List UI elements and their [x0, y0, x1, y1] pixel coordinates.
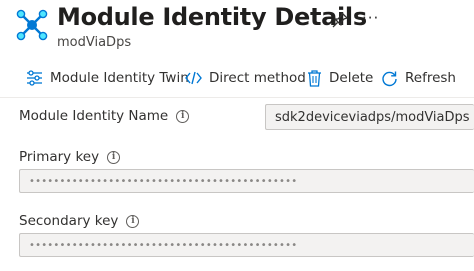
- info-icon[interactable]: i: [107, 150, 121, 164]
- module-identity-twin-button[interactable]: Module Identity Twin: [26, 64, 189, 92]
- direct-method-button[interactable]: Direct method: [185, 64, 306, 92]
- pin-icon[interactable]: [331, 11, 349, 29]
- secondary-key-field[interactable]: ••••••••••••••••••••••••••••••••••••••••…: [19, 233, 474, 257]
- page-subtitle: modViaDps: [57, 35, 132, 50]
- module-identity-name-label: Module Identity Name i: [19, 108, 190, 124]
- delete-button[interactable]: Delete: [307, 64, 373, 92]
- trash-icon: [308, 69, 321, 87]
- code-icon: [185, 71, 202, 85]
- command-bar: Module Identity Twin Direct method Delet…: [0, 64, 474, 92]
- info-icon[interactable]: i: [176, 109, 190, 123]
- module-identity-name-text: Module Identity Name: [19, 108, 169, 124]
- direct-method-label: Direct method: [209, 70, 306, 86]
- page-header: Module Identity Details modViaDps ···: [0, 0, 474, 58]
- iot-hub-icon: [16, 9, 48, 41]
- primary-key-text: Primary key: [19, 149, 100, 165]
- page-title: Module Identity Details: [57, 3, 367, 31]
- settings-sliders-icon: [27, 70, 42, 86]
- refresh-icon: [382, 71, 397, 86]
- secondary-key-text: Secondary key: [19, 213, 119, 229]
- delete-label: Delete: [329, 70, 374, 86]
- more-options-icon[interactable]: ···: [362, 9, 379, 27]
- toolbar-divider: [0, 97, 474, 98]
- refresh-label: Refresh: [405, 70, 456, 86]
- module-identity-name-field[interactable]: sdk2deviceviadps/modViaDps: [265, 104, 474, 130]
- primary-key-field[interactable]: ••••••••••••••••••••••••••••••••••••••••…: [19, 169, 474, 193]
- info-icon[interactable]: i: [126, 214, 140, 228]
- module-identity-twin-label: Module Identity Twin: [50, 70, 189, 86]
- refresh-button[interactable]: Refresh: [381, 64, 456, 92]
- secondary-key-label: Secondary key i: [19, 213, 140, 229]
- primary-key-label: Primary key i: [19, 149, 121, 165]
